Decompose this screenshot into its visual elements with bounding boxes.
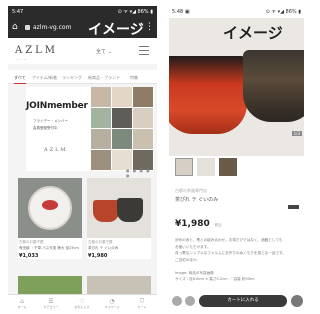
heart-icon: ♡: [79, 298, 85, 305]
menu-kebab-icon[interactable]: ⋮: [145, 22, 154, 32]
right-phone-screen: 5:48 ▣ ⊙ ᯤ ▾◢ 86% ▮ イメージ 1/3 古都の茶器専門店 茶ぴ…: [169, 6, 304, 312]
banner-photo: [112, 108, 132, 128]
hamburger-menu-icon[interactable]: [139, 46, 149, 55]
nav-category[interactable]: ☰ カテゴリー: [39, 298, 63, 309]
banner-photo: [133, 129, 153, 149]
list-icon: ☰: [48, 298, 54, 305]
product-shop[interactable]: 古都の茶器専門店: [175, 188, 301, 194]
nav-label: カテゴリー: [43, 305, 59, 309]
site-logo[interactable]: AZLM: [15, 45, 58, 56]
site-logo-sub: — · · —: [16, 57, 27, 61]
status-bar: 5:48 ▣ ⊙ ᯤ ▾◢ 86% ▮: [169, 6, 304, 18]
image-counter: 1/3: [291, 131, 302, 136]
red-cup-shape: [169, 56, 247, 134]
product-shop: 古都のお菓子屋: [88, 240, 113, 244]
banner-photo: [91, 108, 111, 128]
thumbnail[interactable]: [175, 158, 193, 176]
desc-line: サイズ : 径6.8cm × 高さ5.2cm ／ 容量 約90ml: [175, 277, 255, 281]
status-time: 5:48 ▣: [172, 9, 190, 15]
tax-label: 税込: [214, 223, 222, 227]
banner-photo-grid: [91, 87, 154, 171]
product-price: ¥1,980: [88, 253, 108, 259]
tab-all[interactable]: すべて: [14, 75, 26, 84]
banner-line-2: 会員登録受付中: [33, 126, 58, 130]
nav-tabs: すべて アイテム/新着 ランキング 新商品・ブランド 特集: [8, 70, 157, 84]
product-price: ¥1,980: [175, 219, 210, 229]
banner-photo: [133, 108, 153, 128]
product-card[interactable]: 古都のお菓子屋 茶ぴれ テ ぐいのみ ¥1,980: [87, 178, 151, 259]
banner-photo: [112, 150, 132, 170]
banner-photo: [112, 129, 132, 149]
product-name: 茶ぴれ テ ぐいのみ: [175, 197, 219, 203]
banner-photo: [91, 87, 111, 107]
banner-photo: [112, 87, 132, 107]
banner-photo: [133, 150, 153, 170]
product-shop: 古都のお菓子屋: [19, 240, 44, 244]
product-price-row: ¥1,980 税込: [175, 219, 301, 229]
bottom-nav: ⌂ ホーム ☰ カテゴリー ♡ お気に入り ◔ マイページ ⛉ カート: [8, 294, 157, 312]
banner-mini-logo: AZLM: [44, 147, 68, 153]
home-icon: ⌂: [20, 298, 24, 305]
nav-favorites[interactable]: ♡ お気に入り: [70, 298, 94, 309]
screenshot-canvas: 5:47 ⊙ ᯤ ▾◢ 86% ▮ ⌂ azlm-vg.com イメージ ⋮ A…: [0, 0, 304, 314]
nav-label: カート: [137, 305, 147, 309]
thumbnail-strip: [175, 158, 255, 178]
product-name: 有田焼 ・千草 パスタ皿 等大 径23cm: [19, 246, 79, 250]
browser-url-bar: ⌂ azlm-vg.com イメージ ⋮: [8, 18, 157, 38]
desc-line: 渋めの赤と、黒との組み合わせ。お茶だけではなく、酒器としても: [175, 238, 283, 242]
lock-icon: [25, 25, 30, 30]
nav-label: お気に入り: [74, 305, 90, 309]
carousel-dots[interactable]: ● ● ● ● ●: [126, 168, 157, 178]
product-name: 茶ぴれ テ ぐいのみ: [88, 246, 119, 250]
site-header: AZLM — · · — 全て ⌄: [8, 38, 157, 64]
status-bar: 5:47 ⊙ ᯤ ▾◢ 86% ▮: [8, 6, 157, 18]
cart-icon: ⛉: [139, 298, 145, 305]
nav-label: ホーム: [17, 305, 27, 309]
product-card[interactable]: 古都のお菓子屋 有田焼 ・千草 パスタ皿 等大 径23cm ¥1,033: [18, 178, 82, 259]
tag-badge: [288, 205, 299, 209]
nav-home[interactable]: ⌂ ホーム: [10, 298, 34, 309]
product-image-partial: [87, 276, 151, 294]
cart-bar: カートに入れる: [169, 290, 304, 312]
product-image-partial: [18, 276, 82, 294]
category-dropdown[interactable]: 全て ⌄: [96, 48, 112, 55]
thumbnail[interactable]: [219, 158, 237, 176]
banner-text-panel: JOINmember フライデー・メンバー 会員登録受付中 AZLM: [26, 87, 90, 171]
thumbnail[interactable]: [197, 158, 215, 176]
banner-photo: [91, 150, 111, 170]
status-icons: ⊙ ᯤ ▾◢ 86% ▮: [265, 9, 301, 15]
product-price: ¥1,033: [19, 253, 39, 259]
tab-new-items[interactable]: アイテム/新着: [32, 75, 57, 81]
desc-line: 真っ黒なシンプルなフォルムに手作りのぬくもりを感じる一品です。: [175, 251, 286, 255]
left-phone-screen: 5:47 ⊙ ᯤ ▾◢ 86% ▮ ⌂ azlm-vg.com イメージ ⋮ A…: [8, 6, 157, 312]
black-cup-shape: [243, 50, 304, 122]
banner-line-1: フライデー・メンバー: [33, 119, 68, 123]
overlay-title: イメージ: [223, 24, 283, 42]
nav-label: マイページ: [104, 305, 120, 309]
tab-new-brands[interactable]: 新商品・ブランド: [88, 75, 120, 81]
share-icon[interactable]: [185, 296, 195, 306]
nav-mypage[interactable]: ◔ マイページ: [100, 298, 124, 309]
tab-features[interactable]: 特集: [130, 75, 138, 81]
favorite-icon[interactable]: [172, 296, 182, 306]
user-icon: ◔: [109, 298, 115, 305]
status-time: 5:47: [12, 9, 24, 15]
scroll-top-icon[interactable]: [291, 295, 303, 307]
product-description: 渋めの赤と、黒との組み合わせ。お茶だけではなく、酒器としても お使いいただけます…: [175, 237, 301, 283]
product-info: 古都の茶器専門店 茶ぴれ テ ぐいのみ ¥1,980 税込 渋めの赤と、黒との組…: [175, 188, 301, 283]
promo-banner[interactable]: JOINmember フライデー・メンバー 会員登録受付中 AZLM: [26, 87, 154, 171]
banner-headline: JOINmember: [26, 101, 88, 111]
url-text[interactable]: azlm-vg.com: [33, 24, 71, 31]
status-icons: ⊙ ᯤ ▾◢ 86% ▮: [117, 9, 153, 15]
nav-cart[interactable]: ⛉ カート: [130, 298, 154, 309]
overlay-title: イメージ: [88, 22, 144, 38]
banner-photo: [133, 87, 153, 107]
product-hero-image[interactable]: イメージ 1/3: [169, 18, 304, 156]
home-icon[interactable]: ⌂: [12, 23, 21, 32]
tab-ranking[interactable]: ランキング: [62, 75, 82, 81]
banner-photo: [91, 129, 111, 149]
add-to-cart-button[interactable]: カートに入れる: [199, 295, 287, 307]
product-image: [18, 178, 82, 238]
product-image: [87, 178, 151, 238]
